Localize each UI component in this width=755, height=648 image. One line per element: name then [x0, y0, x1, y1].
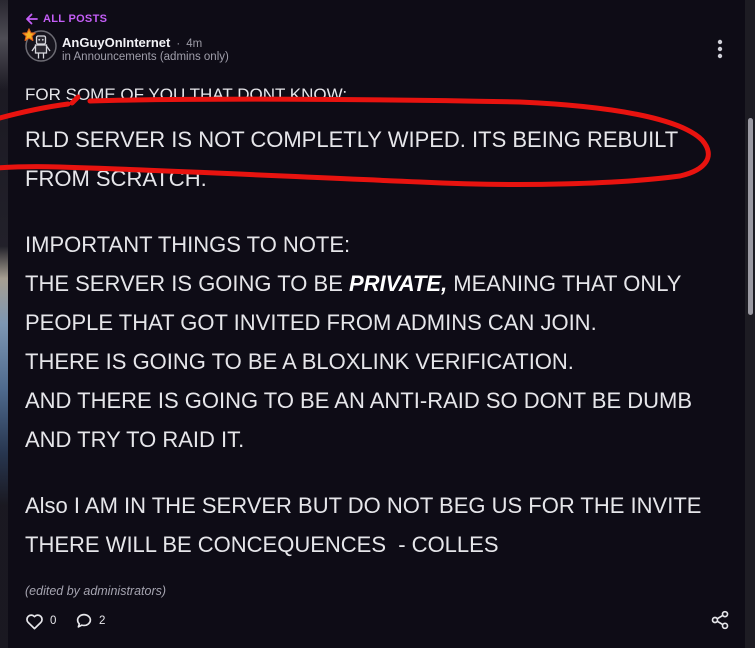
paragraph-3: Also I AM IN THE SERVER BUT DO NOT BEG U…: [25, 486, 730, 564]
post-line: Also I AM IN THE SERVER BUT DO NOT BEG U…: [25, 493, 702, 518]
background-image-edge: [0, 0, 8, 648]
private-emphasis: PRIVATE,: [348, 271, 448, 296]
author-avatar[interactable]: [22, 28, 57, 62]
meta-separator: ·: [176, 38, 181, 50]
like-count: 0: [50, 615, 57, 627]
kebab-menu-icon: [717, 39, 723, 59]
post-line: THERE WILL BE CONCEQUENCES - COLLES: [25, 532, 499, 557]
post-line: AND TRY TO RAID IT.: [25, 427, 245, 452]
edited-note: (edited by administrators): [25, 584, 167, 598]
post-line: AND THERE IS GOING TO BE AN ANTI-RAID SO…: [25, 388, 693, 413]
comment-button[interactable]: 2: [75, 612, 105, 630]
all-posts-label: ALL POSTS: [43, 12, 108, 25]
scrollbar-track[interactable]: [745, 0, 755, 648]
channel-link[interactable]: in Announcements (admins only): [62, 50, 229, 64]
post-line: FROM SCRATCH.: [25, 166, 207, 191]
paragraph-1: RLD SERVER IS NOT COMPLETLY WIPED. ITS B…: [25, 120, 730, 198]
heart-icon: [26, 613, 43, 629]
scrollbar-thumb[interactable]: [748, 118, 753, 315]
private-line-after: MEANING THAT ONLY: [447, 271, 682, 296]
post-meta: AnGuyOnInternet · 4m: [62, 35, 202, 51]
all-posts-back-link[interactable]: ALL POSTS: [25, 12, 107, 25]
post-line-private: THE SERVER IS GOING TO BE PRIVATE, MEANI…: [25, 264, 730, 303]
share-icon: [711, 610, 729, 630]
comment-count: 2: [99, 615, 106, 627]
share-button[interactable]: [710, 610, 730, 630]
post-line: THERE IS GOING TO BE A BLOXLINK VERIFICA…: [25, 349, 574, 374]
post-menu-button[interactable]: [716, 38, 724, 60]
arrow-left-icon: [26, 13, 38, 24]
author-name[interactable]: AnGuyOnInternet: [62, 35, 170, 50]
post-time: 4m: [186, 38, 203, 50]
star-badge-icon: [22, 28, 36, 42]
post-body: FOR SOME OF YOU THAT DONT KNOW: RLD SERV…: [25, 83, 730, 564]
comment-icon: [76, 613, 92, 628]
like-button[interactable]: 0: [25, 612, 56, 630]
post-line: RLD SERVER IS NOT COMPLETLY WIPED. ITS B…: [25, 127, 679, 152]
paragraph-2: IMPORTANT THINGS TO NOTE: THE SERVER IS …: [25, 225, 730, 459]
private-line-before: THE SERVER IS GOING TO BE: [25, 271, 349, 296]
post-intro: FOR SOME OF YOU THAT DONT KNOW:: [25, 85, 348, 104]
post-line: PEOPLE THAT GOT INVITED FROM ADMINS CAN …: [25, 310, 597, 335]
post-heading-line: IMPORTANT THINGS TO NOTE:: [25, 232, 351, 257]
